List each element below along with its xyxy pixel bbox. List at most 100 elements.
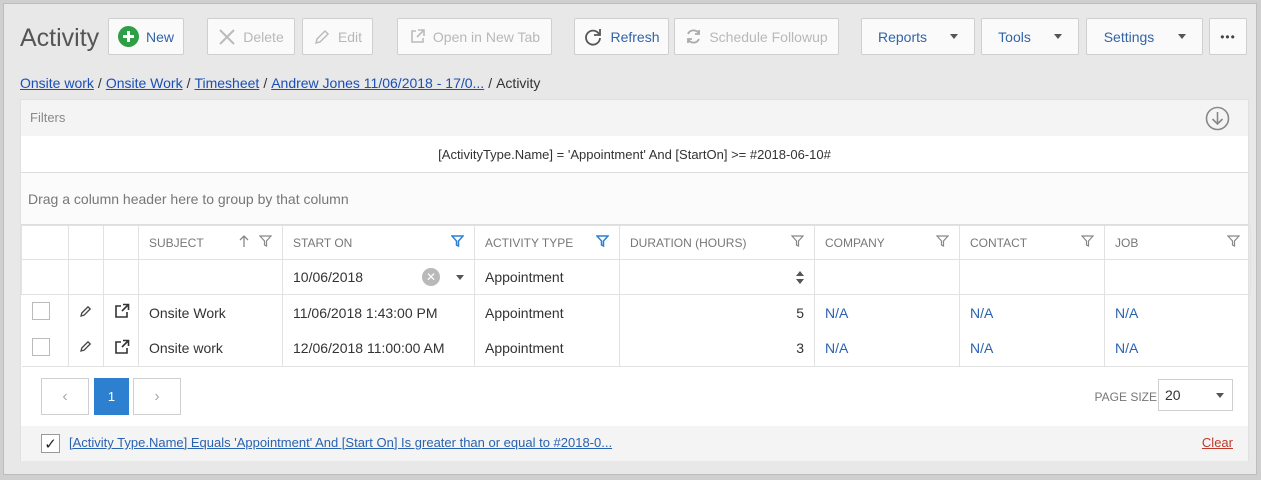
- row-checkbox[interactable]: [31, 302, 50, 321]
- settings-dropdown[interactable]: Settings: [1086, 18, 1203, 55]
- contact-link[interactable]: N/A: [959, 294, 1105, 331]
- new-button[interactable]: New: [108, 18, 184, 55]
- pencil-icon[interactable]: [79, 340, 92, 356]
- breadcrumb-item[interactable]: Timesheet: [194, 75, 259, 91]
- activity-type-filter-value: Appointment: [485, 269, 564, 285]
- chevron-down-icon: [1054, 34, 1062, 39]
- new-button-label: New: [146, 28, 175, 45]
- company-filter-input[interactable]: [814, 259, 960, 295]
- edit-button-label: Edit: [337, 28, 363, 45]
- subject-filter-input[interactable]: [138, 259, 283, 295]
- breadcrumb-separator: /: [97, 75, 102, 91]
- activity-table: SUBJECT START ON ACTIVITY TYPE DURATION …: [21, 225, 1251, 367]
- filter-footer: ✓ [Activity Type.Name] Equals 'Appointme…: [21, 426, 1248, 461]
- activity-window: Activity New Delete Edit Open in New Tab…: [3, 3, 1257, 475]
- start-on-filter-input[interactable]: 10/06/2018 ✕: [282, 259, 475, 295]
- activity-type-cell: Appointment: [474, 330, 620, 367]
- filters-bar: Filters: [21, 100, 1248, 136]
- filter-cell: [21, 259, 69, 295]
- header-label: ACTIVITY TYPE: [485, 235, 574, 250]
- breadcrumb-item[interactable]: Onsite work: [20, 75, 94, 91]
- reports-dropdown[interactable]: Reports: [861, 18, 975, 55]
- page-1-button[interactable]: 1: [94, 378, 129, 415]
- row-checkbox[interactable]: [31, 337, 50, 356]
- funnel-icon[interactable]: [935, 235, 950, 250]
- contact-link[interactable]: N/A: [959, 330, 1105, 367]
- start-on-filter-value: 10/06/2018: [293, 269, 364, 285]
- filter-expression-link[interactable]: [Activity Type.Name] Equals 'Appointment…: [69, 435, 612, 450]
- spinner[interactable]: [630, 270, 804, 284]
- breadcrumb: Onsite work / Onsite Work / Timesheet / Andrew…: [20, 75, 540, 91]
- header-start-on[interactable]: START ON: [282, 225, 475, 260]
- clear-icon[interactable]: ✕: [422, 268, 440, 286]
- activity-type-filter-input[interactable]: Appointment: [474, 259, 620, 295]
- refresh-button[interactable]: Refresh: [574, 18, 669, 55]
- filter-enabled-checkbox[interactable]: ✓: [41, 434, 60, 453]
- table-row[interactable]: Onsite work 12/06/2018 11:00:00 AM Appoi…: [21, 330, 1251, 367]
- open-new-tab-label: Open in New Tab: [432, 28, 541, 45]
- header-company[interactable]: COMPANY: [814, 225, 960, 260]
- header-label: CONTACT: [970, 235, 1028, 250]
- header-contact[interactable]: CONTACT: [959, 225, 1105, 260]
- funnel-icon[interactable]: [258, 235, 273, 250]
- open-new-tab-button[interactable]: Open in New Tab: [397, 18, 552, 55]
- chevron-down-icon: [1216, 392, 1224, 398]
- header-open: [103, 225, 139, 260]
- duration-filter-input[interactable]: [619, 259, 815, 295]
- funnel-icon[interactable]: [1226, 235, 1241, 250]
- funnel-icon[interactable]: [790, 235, 805, 250]
- page-size-select[interactable]: 20: [1158, 379, 1233, 411]
- external-link-icon[interactable]: [114, 303, 130, 322]
- delete-button[interactable]: Delete: [207, 18, 295, 55]
- reports-label: Reports: [877, 28, 928, 45]
- prev-page-button[interactable]: ‹: [41, 378, 89, 415]
- funnel-icon[interactable]: [450, 235, 465, 250]
- funnel-icon[interactable]: [595, 235, 610, 250]
- filter-cell: [68, 259, 104, 295]
- company-link[interactable]: N/A: [814, 330, 960, 367]
- edit-button[interactable]: Edit: [302, 18, 373, 55]
- row-edit-cell: [68, 294, 104, 331]
- chevron-down-icon[interactable]: [456, 274, 464, 280]
- download-circle-icon[interactable]: [1205, 106, 1230, 134]
- breadcrumb-item[interactable]: Onsite Work: [106, 75, 183, 91]
- breadcrumb-separator: /: [488, 75, 493, 91]
- header-activity-type[interactable]: ACTIVITY TYPE: [474, 225, 620, 260]
- spin-up-icon[interactable]: [796, 270, 804, 276]
- page-number: 1: [107, 389, 116, 404]
- sort-up-icon: [239, 235, 249, 250]
- breadcrumb-current: Activity: [496, 75, 541, 91]
- header-subject[interactable]: SUBJECT: [138, 225, 283, 260]
- breadcrumb-item[interactable]: Andrew Jones 11/06/2018 - 17/0...: [271, 75, 484, 91]
- duration-cell: 5: [619, 294, 815, 331]
- more-button[interactable]: •••: [1209, 18, 1247, 55]
- filter-cell: [103, 259, 139, 295]
- header-job[interactable]: JOB: [1104, 225, 1251, 260]
- tools-dropdown[interactable]: Tools: [981, 18, 1079, 55]
- external-link-icon: [409, 28, 426, 45]
- contact-filter-input[interactable]: [959, 259, 1105, 295]
- job-link[interactable]: N/A: [1105, 295, 1251, 331]
- row-open-cell: [103, 330, 139, 367]
- table-row[interactable]: Onsite Work 11/06/2018 1:43:00 PM Appoin…: [21, 294, 1251, 331]
- schedule-followup-label: Schedule Followup: [709, 28, 828, 45]
- subject-cell: Onsite work: [138, 330, 283, 367]
- external-link-icon[interactable]: [114, 339, 130, 358]
- clear-filter-link[interactable]: Clear: [1202, 435, 1233, 450]
- group-panel[interactable]: Drag a column header here to group by th…: [21, 173, 1248, 225]
- schedule-followup-button[interactable]: Schedule Followup: [674, 18, 839, 55]
- funnel-icon[interactable]: [1080, 235, 1095, 250]
- spin-down-icon[interactable]: [796, 278, 804, 284]
- sync-icon: [685, 28, 702, 45]
- pencil-icon[interactable]: [79, 305, 92, 321]
- activity-grid-panel: Filters [ActivityType.Name] = 'Appointme…: [20, 99, 1251, 461]
- company-link[interactable]: N/A: [814, 294, 960, 331]
- next-page-button[interactable]: ›: [133, 378, 181, 415]
- activity-type-cell: Appointment: [474, 294, 620, 331]
- header-edit: [68, 225, 104, 260]
- row-select-cell: [21, 330, 69, 367]
- job-filter-input[interactable]: [1104, 259, 1251, 295]
- job-link[interactable]: N/A: [1104, 330, 1251, 367]
- header-duration[interactable]: DURATION (HOURS): [619, 225, 815, 260]
- pencil-icon: [313, 28, 331, 46]
